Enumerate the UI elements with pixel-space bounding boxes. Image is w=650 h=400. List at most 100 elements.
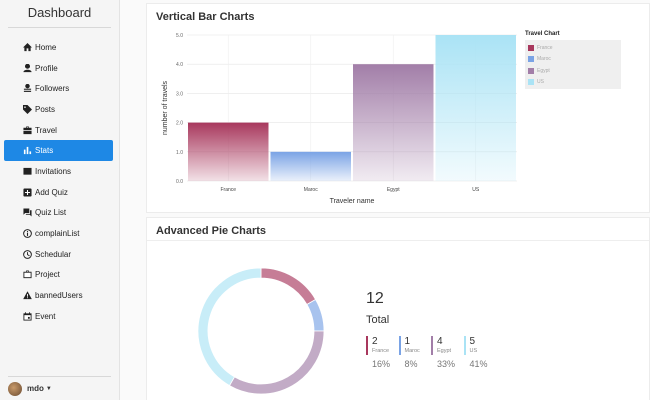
caret-down-icon: ▼ xyxy=(45,385,52,392)
x-tick-label: France xyxy=(220,187,236,193)
y-tick-label: 1.0 xyxy=(176,150,183,156)
sidebar: Dashboard Home Profile Followers Posts Trave… xyxy=(0,0,120,400)
total-value: 12 xyxy=(366,290,384,307)
forum-icon xyxy=(22,208,32,217)
sidebar-item-invitations[interactable]: Invitations xyxy=(4,161,113,182)
bar-maroc[interactable] xyxy=(270,151,352,181)
bar-france[interactable] xyxy=(188,122,269,181)
x-axis-label: Traveler name xyxy=(330,198,375,205)
suitcase-icon xyxy=(22,126,32,135)
sidebar-item-project[interactable]: Project xyxy=(4,265,113,286)
stat-value: 4 xyxy=(437,336,443,347)
slice-maroc[interactable] xyxy=(306,298,325,332)
legend-swatch xyxy=(528,56,534,63)
sidebar-item-profile[interactable]: Profile xyxy=(4,58,113,79)
sidebar-item-label: Travel xyxy=(35,125,57,135)
home-icon xyxy=(22,42,32,52)
stat-label: US xyxy=(469,348,478,354)
legend-swatch xyxy=(528,44,534,51)
donut-chart xyxy=(197,267,325,395)
followers-icon xyxy=(22,84,32,93)
calendar-icon xyxy=(22,312,32,321)
sidebar-item-label: Followers xyxy=(35,84,70,94)
bar-egypt[interactable] xyxy=(353,64,434,181)
sidebar-item-schedular[interactable]: Schedular xyxy=(4,244,113,265)
bar-chart-card: Vertical Bar Charts 0.0 1.0 2.0 3.0 4.0 5.0 Fr… xyxy=(146,3,650,213)
y-tick-label: 5.0 xyxy=(176,33,183,39)
sidebar-item-add-quiz[interactable]: Add Quiz xyxy=(4,182,113,203)
slice-france[interactable] xyxy=(260,267,317,306)
stat-percent: 8% xyxy=(404,359,418,369)
legend-label: France xyxy=(537,44,553,51)
tag-icon xyxy=(22,104,32,114)
x-tick-label: Maroc xyxy=(304,187,318,193)
y-tick-label: 4.0 xyxy=(176,62,183,68)
total-label: Total xyxy=(366,314,390,326)
stat-value: 1 xyxy=(404,336,411,347)
sidebar-item-posts[interactable]: Posts xyxy=(4,99,113,120)
legend-item[interactable]: Maroc xyxy=(528,54,618,66)
sidebar-item-label: Add Quiz xyxy=(35,187,68,197)
warning-icon xyxy=(22,291,32,300)
sidebar-item-label: Home xyxy=(35,42,57,52)
y-tick-label: 3.0 xyxy=(176,91,183,97)
avatar xyxy=(8,381,22,396)
slice-egypt[interactable] xyxy=(228,330,325,395)
sidebar-title: Dashboard xyxy=(8,0,111,28)
slice-us[interactable] xyxy=(197,267,262,387)
y-axis-label: number of travels xyxy=(162,80,169,135)
stat-label: Maroc xyxy=(404,348,420,354)
legend-label: Maroc xyxy=(537,56,551,63)
legend-swatch xyxy=(528,67,534,74)
x-tick-label: Egypt xyxy=(387,187,400,193)
add-box-icon xyxy=(22,188,32,197)
stat-maroc: 1 Maroc xyxy=(398,336,431,355)
briefcase-icon xyxy=(22,270,32,279)
stat-value: 5 xyxy=(469,336,476,347)
legend-item[interactable]: France xyxy=(528,42,618,54)
stat-percent: 16% xyxy=(372,359,391,369)
y-tick-label: 0.0 xyxy=(176,179,183,185)
stat-label: France xyxy=(372,348,390,354)
user-name: mdo xyxy=(27,384,44,393)
stat-us: 5 US xyxy=(463,336,496,355)
sidebar-item-stats[interactable]: Stats xyxy=(4,140,113,162)
sidebar-item-followers[interactable]: Followers xyxy=(4,78,113,99)
sidebar-item-label: Quiz List xyxy=(35,208,67,218)
legend-item[interactable]: US xyxy=(528,77,618,89)
sidebar-item-complainlist[interactable]: complainList xyxy=(4,223,113,244)
mail-icon xyxy=(22,167,32,176)
sidebar-nav: Home Profile Followers Posts Travel Stats Invi… xyxy=(4,37,113,327)
user-menu[interactable]: mdo ▼ xyxy=(8,376,111,400)
sidebar-item-label: Profile xyxy=(35,63,58,73)
sidebar-item-label: Posts xyxy=(35,104,56,114)
stat-value: 2 xyxy=(372,336,378,347)
legend-title: Travel Chart xyxy=(525,31,560,37)
sidebar-item-travel[interactable]: Travel xyxy=(4,120,113,141)
x-tick-label: US xyxy=(472,187,480,193)
stat-france: 2 France xyxy=(366,336,398,355)
stat-percent: 41% xyxy=(469,359,488,369)
sidebar-item-label: complainList xyxy=(35,229,80,239)
legend-label: Egypt xyxy=(537,67,550,74)
sidebar-item-label: Invitations xyxy=(35,166,72,176)
legend-items: France Maroc Egypt US xyxy=(525,40,621,89)
clock-icon xyxy=(22,249,32,259)
stat-label: Egypt xyxy=(437,348,452,354)
legend-swatch xyxy=(528,79,534,86)
legend-label: US xyxy=(537,79,544,86)
sidebar-item-bannedusers[interactable]: bannedUsers xyxy=(4,285,113,306)
sidebar-item-label: Schedular xyxy=(35,249,72,259)
bar-chart-icon xyxy=(22,146,32,155)
sidebar-item-event[interactable]: Event xyxy=(4,306,113,327)
sidebar-item-home[interactable]: Home xyxy=(4,37,113,58)
bar-legend: Travel Chart France Maroc Egypt US xyxy=(525,31,621,95)
sidebar-item-label: Stats xyxy=(35,146,54,156)
bar-us[interactable] xyxy=(435,35,517,181)
legend-item[interactable]: Egypt xyxy=(528,65,618,77)
sidebar-item-label: bannedUsers xyxy=(35,291,83,301)
stat-egypt: 4 Egypt xyxy=(431,336,463,355)
sidebar-item-quiz-list[interactable]: Quiz List xyxy=(4,203,113,224)
info-circle-icon xyxy=(22,229,32,238)
pie-chart-card: Advanced Pie Charts 12 Total 2 France 16% 1… xyxy=(146,217,650,400)
